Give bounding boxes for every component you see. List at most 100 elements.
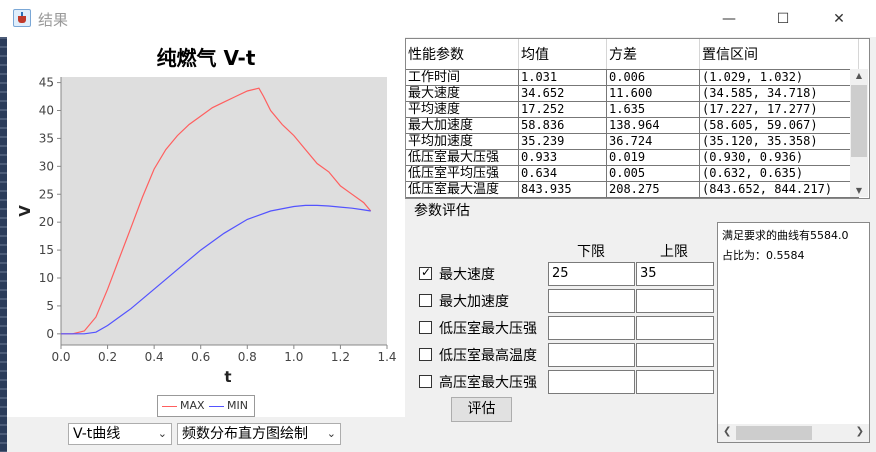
eval-label-0: 最大速度: [439, 267, 495, 283]
table-row[interactable]: 平均加速度 35.239 36.724 (35.120, 35.358): [406, 133, 859, 150]
cell-variance: 0.006: [606, 69, 700, 86]
cell-variance: 36.724: [606, 133, 700, 150]
y-tick-label: 25: [39, 187, 54, 201]
scrollbar-thumb[interactable]: [736, 426, 812, 440]
x-tick-label: 1.2: [331, 350, 350, 364]
cell-param: 低压室最大压强: [406, 149, 519, 166]
plot-background: [61, 77, 387, 345]
y-tick-label: 15: [39, 243, 54, 257]
scroll-right-icon[interactable]: ❯: [856, 426, 864, 437]
result-textarea[interactable]: 满足要求的曲线有5584.0 占比为：0.5584 ❮ ❯: [717, 222, 870, 443]
chevron-down-icon: ⌄: [326, 427, 336, 440]
cell-ci: (34.585, 34.718): [699, 85, 859, 102]
cell-ci: (35.120, 35.358): [699, 133, 859, 150]
cell-mean: 1.031: [518, 69, 607, 86]
eval-label-3: 低压室最高温度: [439, 348, 537, 364]
cell-ci: (0.930, 0.936): [699, 149, 859, 166]
cell-mean: 34.652: [518, 85, 607, 102]
table-header-row: 性能参数 均值 方差 置信区间: [406, 39, 859, 70]
cell-ci: (17.227, 17.277): [699, 101, 859, 118]
cell-param: 最大加速度: [406, 117, 519, 134]
col-header-mean[interactable]: 均值: [518, 39, 607, 70]
chart-legend: MAX MIN: [157, 395, 255, 417]
cell-mean: 0.933: [518, 149, 607, 166]
eval-checkbox-3[interactable]: [419, 348, 432, 361]
eval-lower-input-0[interactable]: 25: [548, 262, 635, 286]
cell-param: 平均加速度: [406, 133, 519, 150]
col-header-ci[interactable]: 置信区间: [699, 39, 859, 70]
y-tick-label: 20: [39, 215, 54, 229]
x-tick-label: 0.4: [145, 350, 164, 364]
eval-checkbox-2[interactable]: [419, 321, 432, 334]
eval-upper-input-1[interactable]: [636, 289, 714, 313]
check-icon: ✓: [421, 265, 432, 279]
table-row[interactable]: 低压室最大压强 0.933 0.019 (0.930, 0.936): [406, 149, 859, 166]
col-header-variance[interactable]: 方差: [606, 39, 700, 70]
y-tick-label: 45: [39, 76, 54, 90]
cell-param: 工作时间: [406, 69, 519, 86]
table-vertical-scrollbar[interactable]: ▲ ▼: [850, 69, 868, 197]
cell-param: 低压室平均压强: [406, 165, 519, 182]
cell-mean: 17.252: [518, 101, 607, 118]
eval-label-2: 低压室最大压强: [439, 321, 537, 337]
eval-checkbox-4[interactable]: [419, 375, 432, 388]
cell-ci: (0.632, 0.635): [699, 165, 859, 182]
eval-lower-input-2[interactable]: [548, 316, 635, 340]
histogram-combo[interactable]: 频数分布直方图绘制 ⌄: [177, 423, 341, 445]
col-header-param[interactable]: 性能参数: [406, 39, 519, 70]
eval-upper-input-0[interactable]: 35: [636, 262, 714, 286]
stats-table[interactable]: 性能参数 均值 方差 置信区间 工作时间 1.031 0.006 (1.029, 1.…: [405, 38, 870, 199]
y-tick-label: 5: [46, 299, 54, 313]
x-tick-label: 0.2: [98, 350, 117, 364]
eval-checkbox-1[interactable]: [419, 294, 432, 307]
x-tick-label: 1.0: [284, 350, 303, 364]
result-horizontal-scrollbar[interactable]: ❮ ❯: [718, 424, 869, 442]
table-row[interactable]: 工作时间 1.031 0.006 (1.029, 1.032): [406, 69, 859, 86]
cell-variance: 0.005: [606, 165, 700, 182]
cell-ci: (843.652, 844.217): [699, 181, 859, 198]
cell-variance: 208.275: [606, 181, 700, 198]
curve-type-combo[interactable]: V-t曲线 ⌄: [68, 423, 172, 445]
eval-checkbox-0[interactable]: ✓: [419, 265, 432, 280]
eval-lower-input-3[interactable]: [548, 343, 635, 367]
cell-variance: 0.019: [606, 149, 700, 166]
y-tick-label: 10: [39, 271, 54, 285]
cell-ci: (58.605, 59.067): [699, 117, 859, 134]
x-axis-label: t: [224, 368, 231, 386]
table-row[interactable]: 平均速度 17.252 1.635 (17.227, 17.277): [406, 101, 859, 118]
eval-upper-input-4[interactable]: [636, 370, 714, 394]
x-tick-label: 1.4: [377, 350, 396, 364]
cell-variance: 1.635: [606, 101, 700, 118]
legend-max-swatch: [162, 406, 177, 407]
table-row[interactable]: 低压室最大温度 843.935 208.275 (843.652, 844.217): [406, 181, 859, 198]
cell-mean: 843.935: [518, 181, 607, 198]
table-row[interactable]: 低压室平均压强 0.634 0.005 (0.632, 0.635): [406, 165, 859, 182]
table-row[interactable]: 最大加速度 58.836 138.964 (58.605, 59.067): [406, 117, 859, 134]
y-tick-label: 0: [46, 327, 54, 341]
x-tick-label: 0.8: [238, 350, 257, 364]
eval-upper-input-2[interactable]: [636, 316, 714, 340]
cell-param: 平均速度: [406, 101, 519, 118]
table-row[interactable]: 最大速度 34.652 11.600 (34.585, 34.718): [406, 85, 859, 102]
cell-mean: 35.239: [518, 133, 607, 150]
scroll-down-icon[interactable]: ▼: [850, 186, 868, 195]
eval-upper-input-3[interactable]: [636, 343, 714, 367]
eval-lower-input-4[interactable]: [548, 370, 635, 394]
cell-mean: 0.634: [518, 165, 607, 182]
cell-ci: (1.029, 1.032): [699, 69, 859, 86]
eval-group-title: 参数评估: [414, 203, 470, 219]
scrollbar-thumb[interactable]: [851, 85, 867, 157]
cell-variance: 138.964: [606, 117, 700, 134]
scroll-up-icon[interactable]: ▲: [850, 71, 868, 80]
lower-limit-label: 下限: [577, 244, 605, 260]
legend-min-swatch: [209, 406, 224, 407]
eval-lower-input-1[interactable]: [548, 289, 635, 313]
y-axis-label: V: [16, 205, 34, 217]
evaluate-button[interactable]: 评估: [451, 397, 512, 422]
cell-param: 低压室最大温度: [406, 181, 519, 198]
chevron-down-icon: ⌄: [157, 427, 167, 440]
legend-max-label: MAX: [180, 399, 205, 412]
eval-label-4: 高压室最大压强: [439, 375, 537, 391]
scroll-left-icon[interactable]: ❮: [723, 426, 731, 437]
result-line-ratio: 占比为：0.5584: [722, 249, 805, 262]
